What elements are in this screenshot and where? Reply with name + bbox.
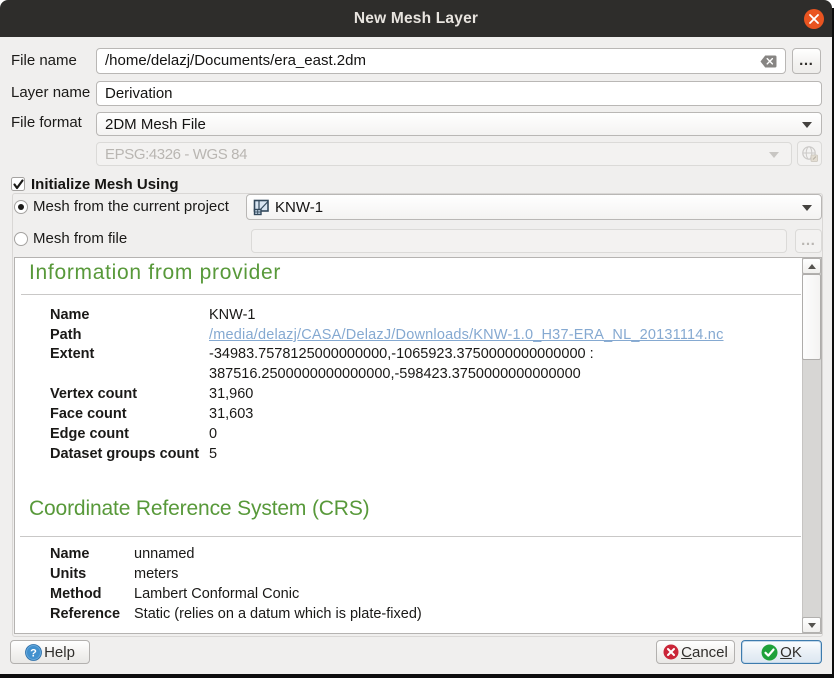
crs-globe-icon xyxy=(801,145,819,163)
mesh-from-file-radio[interactable] xyxy=(14,232,28,246)
clear-text-icon[interactable] xyxy=(760,55,777,68)
scroll-up-icon xyxy=(808,264,816,269)
layer-name-input[interactable]: Derivation xyxy=(96,81,822,106)
mesh-from-project-label[interactable]: Mesh from the current project xyxy=(33,199,229,215)
help-label: Help xyxy=(44,644,75,661)
project-mesh-value: KNW-1 xyxy=(270,199,323,216)
new-mesh-layer-dialog: New Mesh Layer File name /home/delazj/Do… xyxy=(0,0,834,678)
info-row-face: Face count 31,603 xyxy=(50,404,724,424)
path-link[interactable]: /media/delazj/CASA/DelazJ/Downloads/KNW-… xyxy=(209,327,724,343)
cancel-button[interactable]: Cancel xyxy=(656,640,735,664)
help-button[interactable]: ? Help xyxy=(10,640,90,664)
scroll-down-button[interactable] xyxy=(802,617,821,633)
info-row-method: Method Lambert Conformal Conic xyxy=(50,584,422,604)
mesh-layer-icon xyxy=(253,199,270,216)
provider-info-table: Name KNW-1 Path /media/delazj/CASA/Delaz… xyxy=(50,305,724,464)
mesh-from-project-radio[interactable] xyxy=(14,200,28,214)
file-name-label: File name xyxy=(11,53,77,69)
layer-name-value: Derivation xyxy=(105,85,173,102)
scrollbar-thumb[interactable] xyxy=(802,274,821,360)
window-shadow-bottom xyxy=(0,674,834,678)
ellipsis-disabled-label: … xyxy=(801,237,817,245)
dialog-body: File name /home/delazj/Documents/era_eas… xyxy=(0,37,832,674)
file-format-value: 2DM Mesh File xyxy=(97,116,206,133)
ok-button[interactable]: OK xyxy=(741,640,822,664)
ok-icon xyxy=(761,644,778,661)
help-icon: ? xyxy=(25,644,42,661)
scroll-up-button[interactable] xyxy=(802,258,821,274)
close-icon xyxy=(808,13,820,25)
crs-combo: EPSG:4326 - WGS 84 xyxy=(96,142,792,166)
file-format-label: File format xyxy=(11,115,82,131)
divider xyxy=(20,536,801,537)
initialize-mesh-checkbox[interactable] xyxy=(11,177,25,191)
ellipsis-label: … xyxy=(799,56,815,66)
info-row-extent: Extent -34983.7578125000000000,-1065923.… xyxy=(50,345,724,384)
provider-info-heading: Information from provider xyxy=(29,261,281,285)
radio-dot xyxy=(18,204,24,210)
titlebar[interactable]: New Mesh Layer xyxy=(0,0,832,37)
divider xyxy=(21,294,801,295)
mesh-file-browse-button: … xyxy=(795,229,822,253)
file-browse-button[interactable]: … xyxy=(792,48,821,74)
info-row-edge: Edge count 0 xyxy=(50,424,724,444)
project-mesh-combo[interactable]: KNW-1 xyxy=(246,194,822,220)
initialize-mesh-label[interactable]: Initialize Mesh Using xyxy=(31,176,179,193)
crs-value: EPSG:4326 - WGS 84 xyxy=(97,146,247,163)
info-row-path: Path /media/delazj/CASA/DelazJ/Downloads… xyxy=(50,325,724,345)
file-name-input[interactable]: /home/delazj/Documents/era_east.2dm xyxy=(96,48,786,74)
cancel-icon xyxy=(663,644,679,660)
info-row-name: Name KNW-1 xyxy=(50,305,724,325)
info-row-units: Units meters xyxy=(50,564,422,584)
combo-arrow-icon xyxy=(802,122,812,128)
mesh-from-file-label[interactable]: Mesh from file xyxy=(33,231,127,247)
crs-combo-arrow-icon xyxy=(769,152,779,158)
info-row-vertex: Vertex count 31,960 xyxy=(50,384,724,404)
close-button[interactable] xyxy=(804,9,824,29)
window-title: New Mesh Layer xyxy=(0,0,832,37)
crs-info-table: Name unnamed Units meters Method Lambert… xyxy=(50,544,422,624)
file-name-value: /home/delazj/Documents/era_east.2dm xyxy=(105,52,366,69)
ok-label: OK xyxy=(780,644,802,661)
file-format-combo[interactable]: 2DM Mesh File xyxy=(96,112,822,136)
checkmark-icon xyxy=(12,178,25,191)
info-row-datasets: Dataset groups count 5 xyxy=(50,444,724,464)
layer-name-label: Layer name xyxy=(11,85,90,101)
scroll-down-icon xyxy=(808,623,816,628)
svg-text:?: ? xyxy=(30,647,37,659)
mesh-file-input xyxy=(251,229,787,253)
info-row-crs-name: Name unnamed xyxy=(50,544,422,564)
crs-select-button xyxy=(797,141,822,166)
project-combo-arrow-icon xyxy=(802,205,812,211)
crs-info-heading: Coordinate Reference System (CRS) xyxy=(29,497,370,521)
cancel-label: Cancel xyxy=(681,644,728,661)
info-row-reference: Reference Static (relies on a datum whic… xyxy=(50,604,422,624)
